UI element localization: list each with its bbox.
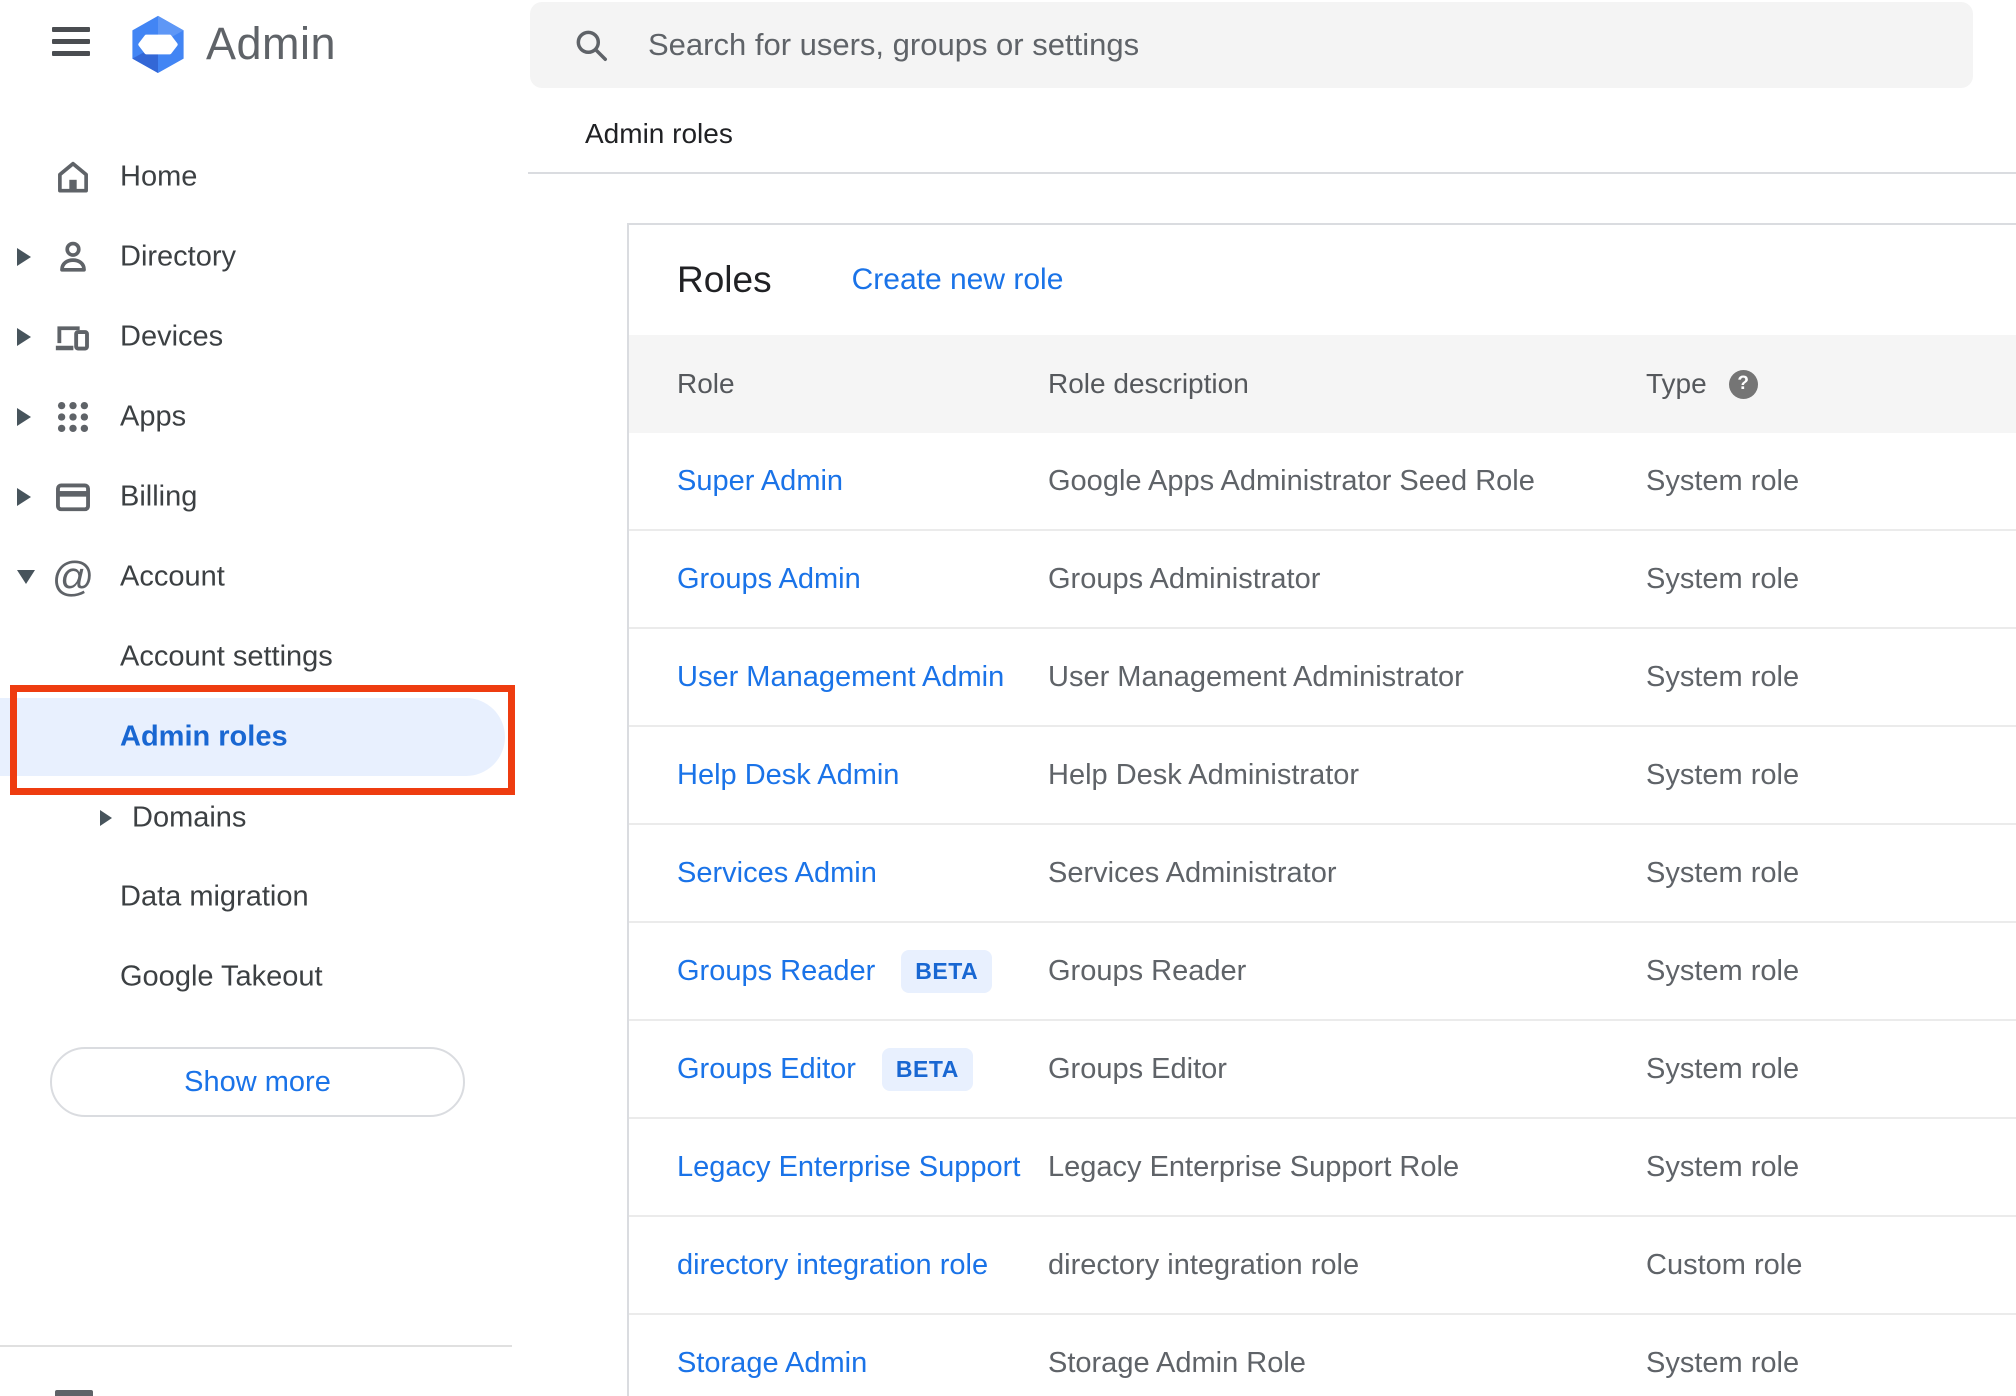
- table-row: Groups Admin Groups Administrator System…: [629, 531, 2016, 629]
- table-header-row: Role Role description Type ?: [629, 335, 2016, 433]
- panel-title: Roles: [677, 259, 772, 300]
- sidebar-item-directory[interactable]: Directory: [0, 217, 528, 297]
- sidebar-item-label: Directory: [120, 240, 237, 273]
- sidebar-item-label: Apps: [120, 400, 187, 433]
- role-type: System role: [1646, 562, 1800, 595]
- expand-arrow-icon[interactable]: [17, 408, 31, 426]
- sidebar-item-label: Account: [120, 560, 225, 593]
- table-row: User Management Admin User Management Ad…: [629, 629, 2016, 727]
- role-link[interactable]: Legacy Enterprise Support: [677, 1151, 1020, 1184]
- table-row: directory integration role directory int…: [629, 1217, 2016, 1315]
- sidebar-item-label: Billing: [120, 480, 198, 513]
- clipped-bottom-icon: [55, 1390, 93, 1396]
- column-header-description: Role description: [1048, 368, 1249, 399]
- role-type: System role: [1646, 1052, 1800, 1085]
- roles-panel-header: Roles Create new role: [629, 225, 2016, 335]
- table-row: Services Admin Services Administrator Sy…: [629, 825, 2016, 923]
- expand-arrow-icon[interactable]: [17, 328, 31, 346]
- search-input[interactable]: [530, 2, 1973, 88]
- sidebar-item-label: Data migration: [120, 880, 309, 913]
- role-type: System role: [1646, 758, 1800, 791]
- role-link[interactable]: Storage Admin: [677, 1347, 867, 1380]
- role-link[interactable]: Help Desk Admin: [677, 759, 899, 792]
- role-description: Services Administrator: [1048, 856, 1337, 889]
- roles-panel: Roles Create new role Role Role descript…: [627, 223, 2016, 1396]
- table-row: Help Desk Admin Help Desk Administrator …: [629, 727, 2016, 825]
- role-description: Groups Administrator: [1048, 562, 1321, 595]
- admin-logo-icon: [126, 14, 190, 76]
- role-link[interactable]: directory integration role: [677, 1249, 988, 1282]
- role-type: System role: [1646, 660, 1800, 693]
- role-type: System role: [1646, 1150, 1800, 1183]
- sidebar-item-billing[interactable]: Billing: [0, 457, 528, 537]
- sidebar-item-label: Home: [120, 160, 198, 193]
- home-icon: [52, 156, 94, 198]
- expand-arrow-icon[interactable]: [17, 488, 31, 506]
- breadcrumb: Admin roles: [585, 118, 733, 149]
- sidebar-item-label: Devices: [120, 320, 224, 353]
- role-link[interactable]: User Management Admin: [677, 661, 1004, 694]
- sidebar-item-admin-roles[interactable]: Admin roles: [0, 698, 505, 776]
- role-description: User Management Administrator: [1048, 660, 1464, 693]
- devices-icon: [52, 316, 94, 358]
- header-divider: [528, 172, 2016, 174]
- sidebar-item-google-takeout[interactable]: Google Takeout: [0, 937, 528, 1017]
- search-bar[interactable]: [530, 2, 1973, 88]
- role-description: Storage Admin Role: [1048, 1346, 1306, 1379]
- sidebar-item-domains[interactable]: Domains: [0, 778, 528, 858]
- sidebar-item-home[interactable]: Home: [0, 137, 528, 217]
- role-description: Help Desk Administrator: [1048, 758, 1360, 791]
- role-description: Google Apps Administrator Seed Role: [1048, 464, 1535, 497]
- role-type: System role: [1646, 856, 1800, 889]
- role-description: Groups Reader: [1048, 954, 1247, 987]
- role-description: Legacy Enterprise Support Role: [1048, 1150, 1460, 1183]
- table-row: Groups Editor BETA Groups Editor System …: [629, 1021, 2016, 1119]
- sidebar: Admin Home Directory Devices Apps Billin…: [0, 0, 528, 1396]
- sidebar-item-account-settings[interactable]: Account settings: [0, 617, 528, 697]
- role-type: System role: [1646, 954, 1800, 987]
- sidebar-item-apps[interactable]: Apps: [0, 377, 528, 457]
- sidebar-item-label: Google Takeout: [120, 960, 323, 993]
- beta-badge: BETA: [901, 949, 993, 993]
- show-more-button[interactable]: Show more: [50, 1047, 465, 1117]
- app-title: Admin: [206, 18, 337, 69]
- admin-console-screen: Admin Home Directory Devices Apps Billin…: [0, 0, 2016, 1396]
- help-icon[interactable]: ?: [1728, 369, 1758, 399]
- role-type: System role: [1646, 1346, 1800, 1379]
- apps-grid-icon: [52, 396, 94, 438]
- table-row: Legacy Enterprise Support Legacy Enterpr…: [629, 1119, 2016, 1217]
- table-row: Super Admin Google Apps Administrator Se…: [629, 433, 2016, 531]
- person-icon: [52, 236, 94, 278]
- sidebar-item-data-migration[interactable]: Data migration: [0, 857, 528, 937]
- sidebar-item-label: Account settings: [120, 640, 333, 673]
- role-link[interactable]: Super Admin: [677, 465, 843, 498]
- brand-bar: Admin: [0, 0, 528, 90]
- role-description: Groups Editor: [1048, 1052, 1227, 1085]
- column-header-type-label: Type: [1646, 368, 1707, 399]
- create-new-role-link[interactable]: Create new role: [852, 263, 1064, 297]
- at-sign-icon: @: [51, 553, 95, 600]
- role-link[interactable]: Services Admin: [677, 857, 877, 890]
- sidebar-item-label: Domains: [132, 801, 247, 834]
- credit-card-icon: [52, 476, 94, 518]
- role-type: Custom role: [1646, 1248, 1803, 1281]
- role-link[interactable]: Groups Reader: [677, 955, 875, 988]
- role-link[interactable]: Groups Admin: [677, 563, 861, 596]
- table-row: Groups Reader BETA Groups Reader System …: [629, 923, 2016, 1021]
- role-type: System role: [1646, 464, 1800, 497]
- expand-arrow-icon[interactable]: [17, 248, 31, 266]
- collapse-arrow-icon[interactable]: [17, 570, 35, 584]
- sidebar-divider: [0, 1345, 512, 1347]
- sidebar-item-label: Admin roles: [120, 720, 288, 753]
- table-row: Storage Admin Storage Admin Role System …: [629, 1315, 2016, 1396]
- role-description: directory integration role: [1048, 1248, 1360, 1281]
- sidebar-item-account[interactable]: @ Account: [0, 537, 528, 617]
- beta-badge: BETA: [881, 1047, 973, 1091]
- sidebar-item-devices[interactable]: Devices: [0, 297, 528, 377]
- column-header-type: Type ?: [1646, 368, 2016, 400]
- column-header-role: Role: [677, 368, 735, 399]
- expand-arrow-icon[interactable]: [100, 810, 112, 826]
- role-link[interactable]: Groups Editor: [677, 1053, 856, 1086]
- menu-icon[interactable]: [52, 27, 90, 57]
